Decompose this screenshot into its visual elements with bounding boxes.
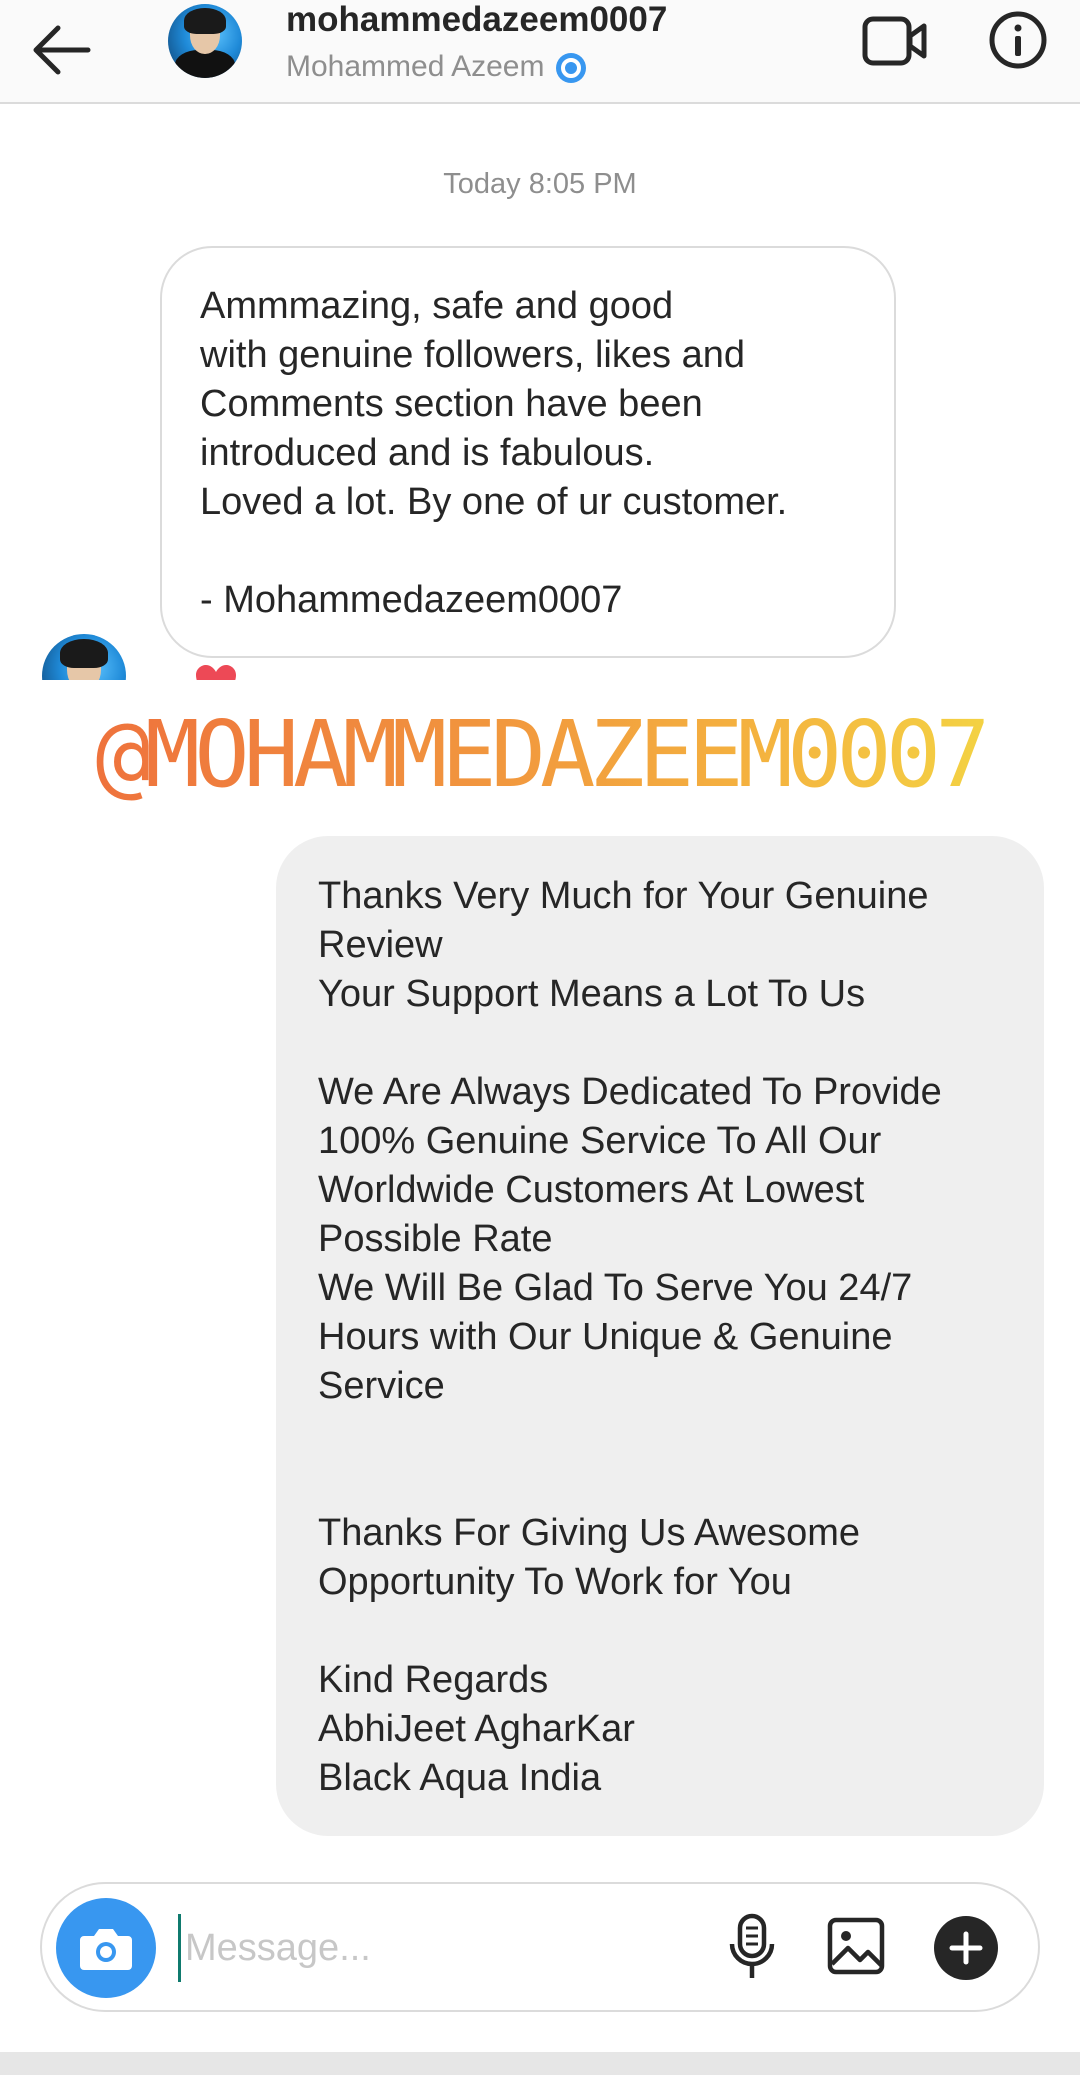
microphone-icon	[729, 1913, 775, 1978]
header-full-name[interactable]: Mohammed Azeem	[286, 50, 588, 85]
message-input[interactable]	[178, 1914, 707, 1982]
camera-button[interactable]	[56, 1898, 156, 1998]
header-username[interactable]: mohammedazeem0007	[286, 0, 667, 40]
message-timestamp: Today 8:05 PM	[443, 168, 637, 200]
video-call-button[interactable]	[862, 14, 928, 68]
info-icon	[989, 11, 1047, 69]
voice-message-button[interactable]	[722, 1912, 782, 1982]
add-button[interactable]	[934, 1916, 998, 1980]
message-composer	[40, 1882, 1040, 2012]
back-button[interactable]	[28, 10, 98, 80]
plus-icon	[949, 1931, 983, 1965]
video-call-icon	[862, 16, 927, 66]
info-button[interactable]	[988, 10, 1048, 70]
arrow-left-icon	[33, 25, 91, 75]
camera-icon	[80, 1929, 132, 1970]
avatar[interactable]	[168, 4, 242, 78]
gallery-icon	[827, 1917, 885, 1975]
username-watermark: @MOHAMMEDAZEEM0007	[0, 700, 1080, 810]
full-name-text: Mohammed Azeem	[286, 50, 545, 83]
received-message-bubble[interactable]: Ammmazing, safe and good with genuine fo…	[160, 246, 896, 658]
sent-message-bubble[interactable]: Thanks Very Much for Your Genuine Review…	[276, 836, 1044, 1836]
sent-message-text: Thanks Very Much for Your Genuine Review…	[318, 875, 942, 1799]
verified-badge-icon	[556, 53, 587, 84]
chat-header: mohammedazeem0007 Mohammed Azeem	[0, 0, 1080, 104]
bottom-bar	[0, 2052, 1080, 2075]
received-message-text: Ammmazing, safe and good with genuine fo…	[200, 285, 788, 621]
gallery-button[interactable]	[826, 1914, 886, 1978]
